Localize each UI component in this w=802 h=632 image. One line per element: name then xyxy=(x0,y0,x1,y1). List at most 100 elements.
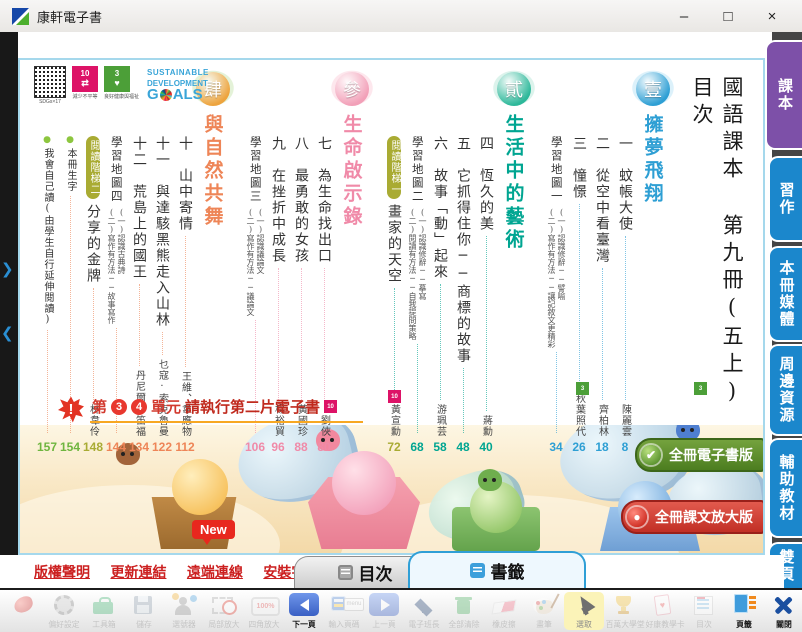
toc-entry[interactable]: 學習地圖二(一)認識修辭──摹寫 (二)閱讀有方法──自我提問策略68 xyxy=(407,136,427,454)
select-icon xyxy=(571,593,597,617)
side-tab-3[interactable]: 本冊媒體 xyxy=(768,246,802,342)
toolbar-laser-button[interactable] xyxy=(4,592,44,618)
toolbar-zoomarea-button[interactable]: 局部放大 xyxy=(204,592,244,630)
toolbar-close-button[interactable]: 關閉 xyxy=(764,592,802,630)
update-link[interactable]: 更新連結 xyxy=(110,562,166,582)
copyright-link[interactable]: 版權聲明 xyxy=(34,562,90,582)
toolbar-label: 輸入頁碼 xyxy=(326,618,363,629)
card-icon: ♥ xyxy=(651,593,677,617)
toolbar-label: 好康教學卡 xyxy=(646,618,683,629)
unit-4-badge: 4 xyxy=(131,399,147,415)
toolbar-toolbox-button[interactable]: 工具箱 xyxy=(84,592,124,630)
toolbar-trophy-button[interactable]: 百萬大學堂 xyxy=(604,592,644,630)
side-tab-4[interactable]: 周邊資源 xyxy=(768,344,802,436)
toc-entry[interactable]: 閱讀階梯一畫家的天空黃宣勳72 xyxy=(384,136,404,454)
left-nav-rail: ❯ ❮ xyxy=(0,32,18,555)
app-logo-icon xyxy=(12,8,29,25)
chevron-right-icon[interactable]: ❯ xyxy=(1,260,14,278)
unit-title: 生命啟示錄 xyxy=(339,114,366,229)
unit-title: 與自然共舞 xyxy=(200,114,227,229)
toc-icon xyxy=(691,593,717,617)
prev-icon xyxy=(371,593,397,617)
toolbar-prev-button[interactable]: 上一頁 xyxy=(364,592,404,630)
cap-icon xyxy=(411,593,437,617)
remote-link[interactable]: 遠端連線 xyxy=(187,562,243,582)
sand-dune xyxy=(20,485,280,553)
new-tag: New xyxy=(192,520,235,539)
toolbar-label: 局部放大 xyxy=(206,618,243,629)
toolbar-picker-button[interactable]: 選號器 xyxy=(164,592,204,630)
toolbar-palette-button[interactable]: 畫筆 xyxy=(524,592,564,630)
maximize-button[interactable]: □ xyxy=(706,8,750,25)
toolbar-next-button[interactable]: 下一頁 xyxy=(284,592,324,630)
sdg-wheel-icon xyxy=(160,89,172,101)
unit-badge: 參 xyxy=(335,72,369,106)
toolbar-toc-button[interactable]: 目次 xyxy=(684,592,724,630)
sdg-goal-10-icon: 10⇄ xyxy=(72,66,98,92)
close-icon xyxy=(771,593,797,617)
close-button[interactable]: × xyxy=(750,8,794,25)
toolbar-tabs-button[interactable]: 頁籤 xyxy=(724,592,764,630)
save-icon xyxy=(131,593,157,617)
toolbar-label: 電子班長 xyxy=(406,618,443,629)
toc-entry[interactable]: 學習地圖一(一)認識修辭──譬喻 (二)寫作有方法──讓記敘文更精彩34 xyxy=(546,136,566,454)
toolbar-label: 橡皮擦 xyxy=(486,618,523,629)
toolbar-label: 偏好設定 xyxy=(46,618,83,629)
toc-entry[interactable]: 二 從空中看臺灣齊柏林18 xyxy=(592,136,612,454)
toc-entry[interactable]: ●我會自己讀(由學生自行延伸閱讀)157 xyxy=(37,136,57,454)
unit-header: 貳生活中的藝術 xyxy=(496,72,532,252)
unit-badge: 壹 xyxy=(636,72,670,106)
toolbar-label: 目次 xyxy=(686,618,723,629)
toolbar-select-button[interactable]: 選取 xyxy=(564,592,604,630)
minimize-button[interactable]: – xyxy=(662,8,706,25)
unit-title: 生活中的藝術 xyxy=(501,114,528,252)
tabs-icon xyxy=(731,593,757,617)
toc-entry[interactable]: 六 故事「動」起來游珮芸58 xyxy=(430,136,450,454)
toolbar-zoom100-button[interactable]: 100%四角放大 xyxy=(244,592,284,630)
toc-entry[interactable]: 三 憧憬秋葉照代26 xyxy=(569,136,589,454)
toolbar-bin-button[interactable]: 全部清除 xyxy=(444,592,484,630)
toolbar-eraser-button[interactable]: 橡皮擦 xyxy=(484,592,524,630)
bookmark-tab-icon xyxy=(470,563,485,578)
side-tab-2[interactable]: 習作 xyxy=(768,156,802,242)
toolbar-save-button[interactable]: 儲存 xyxy=(124,592,164,630)
trophy-icon xyxy=(611,593,637,617)
window-title: 康軒電子書 xyxy=(37,7,102,26)
toc-entry[interactable]: 五 它抓得住你──商標的故事48 xyxy=(453,136,473,454)
side-tab-5[interactable]: 輔助教材 xyxy=(768,438,802,538)
record-dot-icon: ● xyxy=(627,507,647,527)
goal3-caption: 良好健康與福祉 xyxy=(104,93,139,100)
full-text-enlarged-version-button[interactable]: ● 全冊課文放大版 xyxy=(621,500,765,534)
toc-entry[interactable]: 一 蚊帳大使陳麗雲8 xyxy=(615,136,635,454)
sdg-mini-badge: 3 xyxy=(576,382,589,395)
sdg-mini-badge: 10 xyxy=(324,400,337,413)
disc-notice: ! 第 3 4 單元 請執行第二片電子書 10 xyxy=(58,396,363,423)
orange-orb xyxy=(172,459,228,515)
picker-icon xyxy=(171,593,197,617)
alert-burst-icon: ! xyxy=(58,397,84,423)
toolbar-label: 全部清除 xyxy=(446,618,483,629)
toolbar-pageinput-button[interactable]: menu輸入頁碼 xyxy=(324,592,364,630)
app-window: 康軒電子書 – □ × ❯ ❮ 課本習作本冊媒體周邊資源輔助教材雙頁 SDGs×… xyxy=(0,0,802,632)
side-tab-1[interactable]: 課本 xyxy=(765,40,802,150)
goal10-caption: 減少不平等 xyxy=(72,93,98,100)
toc-page: SDGs×17 10⇄ 減少不平等 3♥ 良好健康與福祉 SUSTAINABLE xyxy=(18,58,765,555)
unit-header: 參生命啟示錄 xyxy=(334,72,370,229)
title-bar: 康軒電子書 – □ × xyxy=(0,0,802,33)
qr-code xyxy=(34,66,66,98)
toolbar-gear-button[interactable]: 偏好設定 xyxy=(44,592,84,630)
toolbar-label: 下一頁 xyxy=(286,618,323,629)
chevron-left-icon[interactable]: ❮ xyxy=(1,324,14,342)
zoom100-icon: 100% xyxy=(251,593,277,617)
toc-entry[interactable]: 四 恆久的美蔣勳40 xyxy=(476,136,496,454)
next-icon xyxy=(291,593,317,617)
toolbar-cap-button[interactable]: 電子班長 xyxy=(404,592,444,630)
toolbar-label: 畫筆 xyxy=(526,618,563,629)
tab-bookmark[interactable]: 書籤 xyxy=(408,551,586,588)
toolbar-card-button[interactable]: ♥好康教學卡 xyxy=(644,592,684,630)
toolbar-label: 頁籤 xyxy=(726,618,763,629)
unit-badge: 貳 xyxy=(497,72,531,106)
bottom-toolbar: 偏好設定工具箱儲存選號器局部放大100%四角放大下一頁menu輸入頁碼上一頁電子… xyxy=(0,588,802,632)
pageinput-icon: menu xyxy=(331,593,357,617)
full-ebook-version-button[interactable]: ✔ 全冊電子書版 xyxy=(635,438,765,472)
